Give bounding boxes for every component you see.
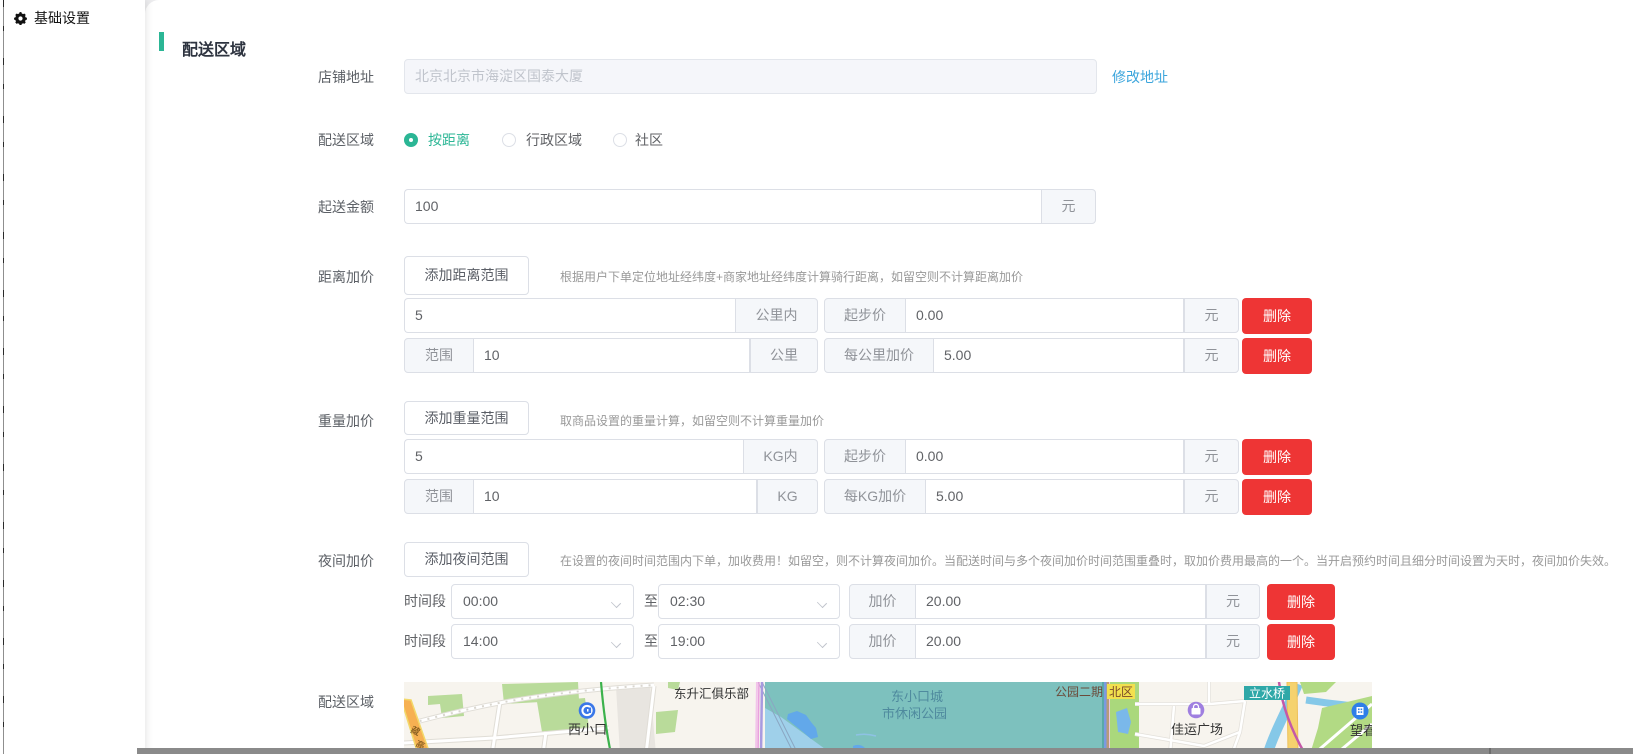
svg-text:东小口城: 东小口城 (891, 689, 943, 704)
svg-text:北区: 北区 (1109, 685, 1133, 699)
svg-text:东升汇俱乐部: 东升汇俱乐部 (674, 686, 749, 701)
svg-text:佳运广场: 佳运广场 (1171, 722, 1223, 737)
svg-text:立水桥: 立水桥 (1249, 686, 1285, 701)
svg-text:公园二期: 公园二期 (1055, 685, 1103, 699)
svg-text:市休闲公园: 市休闲公园 (882, 706, 947, 721)
svg-text:西小口: 西小口 (568, 722, 607, 737)
svg-text:望春: 望春 (1350, 723, 1372, 738)
